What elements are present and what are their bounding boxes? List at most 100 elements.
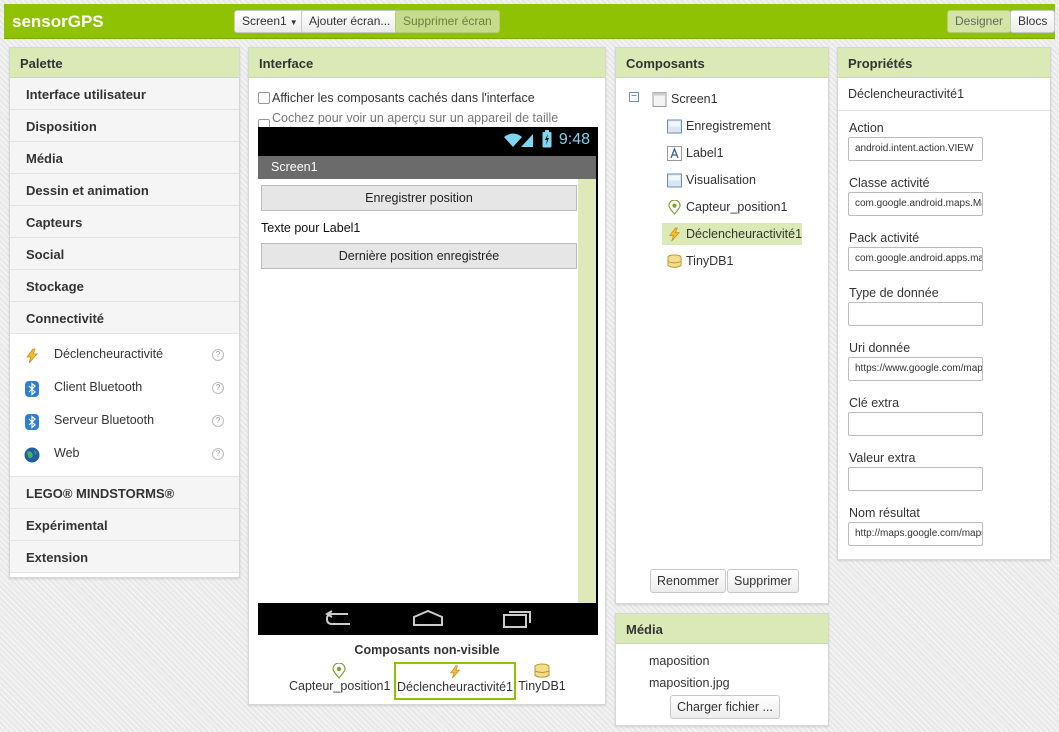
palette-title: Palette [10,48,239,78]
prop-label-extra-key: Clé extra [849,396,900,410]
prop-label-extra-value: Valeur extra [849,451,916,465]
show-hidden-label: Afficher les composants cachés dans l'in… [272,91,535,105]
palette-category-connectivity[interactable]: Connectivité [10,302,239,334]
palette-category[interactable]: LEGO® MINDSTORMS® [10,477,239,509]
nonvisible-label: TinyDB1 [518,679,566,693]
caret-down-icon: ▼ [289,18,298,27]
palette-category[interactable]: Expérimental [10,509,239,541]
palette-category[interactable]: Social [10,238,239,270]
help-icon[interactable]: ? [212,415,224,427]
components-panel: Composants − Screen1 Enregistrement Labe… [615,47,829,604]
prop-label-result-name: Nom résultat [849,506,920,520]
tree-node-label: Screen1 [671,92,718,106]
add-screen-button[interactable]: Ajouter écran... [301,10,399,33]
properties-title: Propriétés [838,48,1050,78]
button-icon [667,119,682,133]
tree-node-location-sensor[interactable]: Capteur_position1 [667,196,787,218]
battery-icon [542,130,552,148]
back-icon[interactable] [324,610,354,628]
prop-label-data-type: Type de donnée [849,286,939,300]
record-position-button[interactable]: Enregistrer position [261,185,577,211]
help-icon[interactable]: ? [212,448,224,460]
properties-panel: Propriétés Déclencheuractivité1 Action a… [837,47,1051,560]
help-icon[interactable]: ? [212,349,224,361]
media-title: Média [616,614,828,644]
tree-node-activity-starter[interactable]: Déclencheuractivité1 [662,223,802,245]
collapse-icon[interactable]: − [629,92,639,102]
palette-category[interactable]: Dessin et animation [10,174,239,206]
palette-item-web[interactable]: Web ? [10,438,239,471]
bluetooth-icon [25,381,39,397]
bluetooth-icon [25,414,39,430]
app-title: sensorGPS [12,12,104,31]
connectivity-items: Déclencheuractivité ? Client Bluetooth ?… [10,334,239,477]
nav-bar [258,603,598,635]
tree-node-label: TinyDB1 [686,254,734,268]
prop-label-data-uri: Uri donnée [849,341,911,355]
tree-node-label1[interactable]: Label1 [667,142,724,164]
show-hidden-checkbox[interactable] [258,92,270,104]
prop-input-activity-package[interactable]: com.google.android.apps.maps [848,247,983,271]
prop-label-activity-class: Classe activité [849,176,930,190]
lightning-icon [669,227,681,241]
prop-input-activity-class[interactable]: com.google.android.maps.MapsActivity [848,192,983,216]
tree-node-enregistrement[interactable]: Enregistrement [667,115,771,137]
delete-button[interactable]: Supprimer [727,569,799,593]
globe-icon [24,447,40,463]
prop-input-result-name[interactable]: http://maps.google.com/maps [848,522,983,546]
media-panel: Média maposition maposition.jpg Charger … [615,613,829,726]
media-file[interactable]: maposition.jpg [649,676,730,690]
nonvisible-label: Capteur_position1 [289,679,391,693]
database-icon [667,253,682,268]
prop-input-action[interactable]: android.intent.action.VIEW [848,137,983,161]
tree-node-label: Label1 [686,146,724,160]
palette-category[interactable]: Stockage [10,270,239,302]
screen-select-label: Screen1 [242,14,287,28]
remove-screen-button[interactable]: Supprimer écran [395,10,500,33]
nonvisible-tinydb[interactable]: TinyDB1 [517,661,567,693]
screen-title-bar: Screen1 [258,156,596,179]
palette-category[interactable]: Interface utilisateur [10,78,239,110]
blocks-button[interactable]: Blocs [1010,10,1056,33]
home-icon[interactable] [412,609,444,627]
palette-item-label: Client Bluetooth [54,380,143,394]
media-file[interactable]: maposition [649,654,709,668]
label-icon [667,145,682,161]
designer-button[interactable]: Designer [947,10,1012,33]
palette-item-activity-starter[interactable]: Déclencheuractivité ? [10,339,239,372]
palette-category[interactable]: Capteurs [10,206,239,238]
prop-input-data-type[interactable] [848,302,983,326]
recent-apps-icon[interactable] [502,609,532,629]
prop-input-data-uri[interactable]: https://www.google.com/maps [848,357,983,381]
screen-canvas: Enregistrer position Texte pour Label1 D… [258,179,596,603]
screen-scrollbar[interactable] [578,179,596,603]
upload-file-button[interactable]: Charger fichier ... [670,695,780,719]
label1-text[interactable]: Texte pour Label1 [261,221,360,235]
prop-input-extra-value[interactable] [848,467,983,491]
location-pin-icon [668,199,681,215]
location-pin-icon [332,663,346,679]
tree-node-label: Capteur_position1 [686,200,788,214]
interface-title: Interface [249,48,605,78]
prop-input-extra-key[interactable] [848,412,983,436]
nonvisible-activity-starter[interactable]: Déclencheuractivité1 [394,662,516,700]
rename-button[interactable]: Renommer [650,569,726,593]
palette-item-bluetooth-client[interactable]: Client Bluetooth ? [10,372,239,405]
tree-node-tinydb[interactable]: TinyDB1 [667,250,733,272]
tree-node-visualisation[interactable]: Visualisation [667,169,756,191]
tree-node-label: Enregistrement [686,119,771,133]
palette-item-bluetooth-server[interactable]: Serveur Bluetooth ? [10,405,239,438]
interface-panel: Interface Afficher les composants cachés… [248,47,606,705]
palette-category[interactable]: Disposition [10,110,239,142]
last-position-button[interactable]: Dernière position enregistrée [261,243,577,269]
screen-select[interactable]: Screen1 ▼ [234,10,306,33]
tree-node-screen1[interactable]: Screen1 [652,88,718,110]
palette-category[interactable]: Extension [10,541,239,573]
button-icon [667,173,682,187]
help-icon[interactable]: ? [212,382,224,394]
lightning-icon [26,348,38,364]
tree-node-label: Déclencheuractivité1 [686,227,803,241]
nonvisible-location-sensor[interactable]: Capteur_position1 [289,661,391,693]
palette-category[interactable]: Média [10,142,239,174]
components-title: Composants [616,48,828,78]
